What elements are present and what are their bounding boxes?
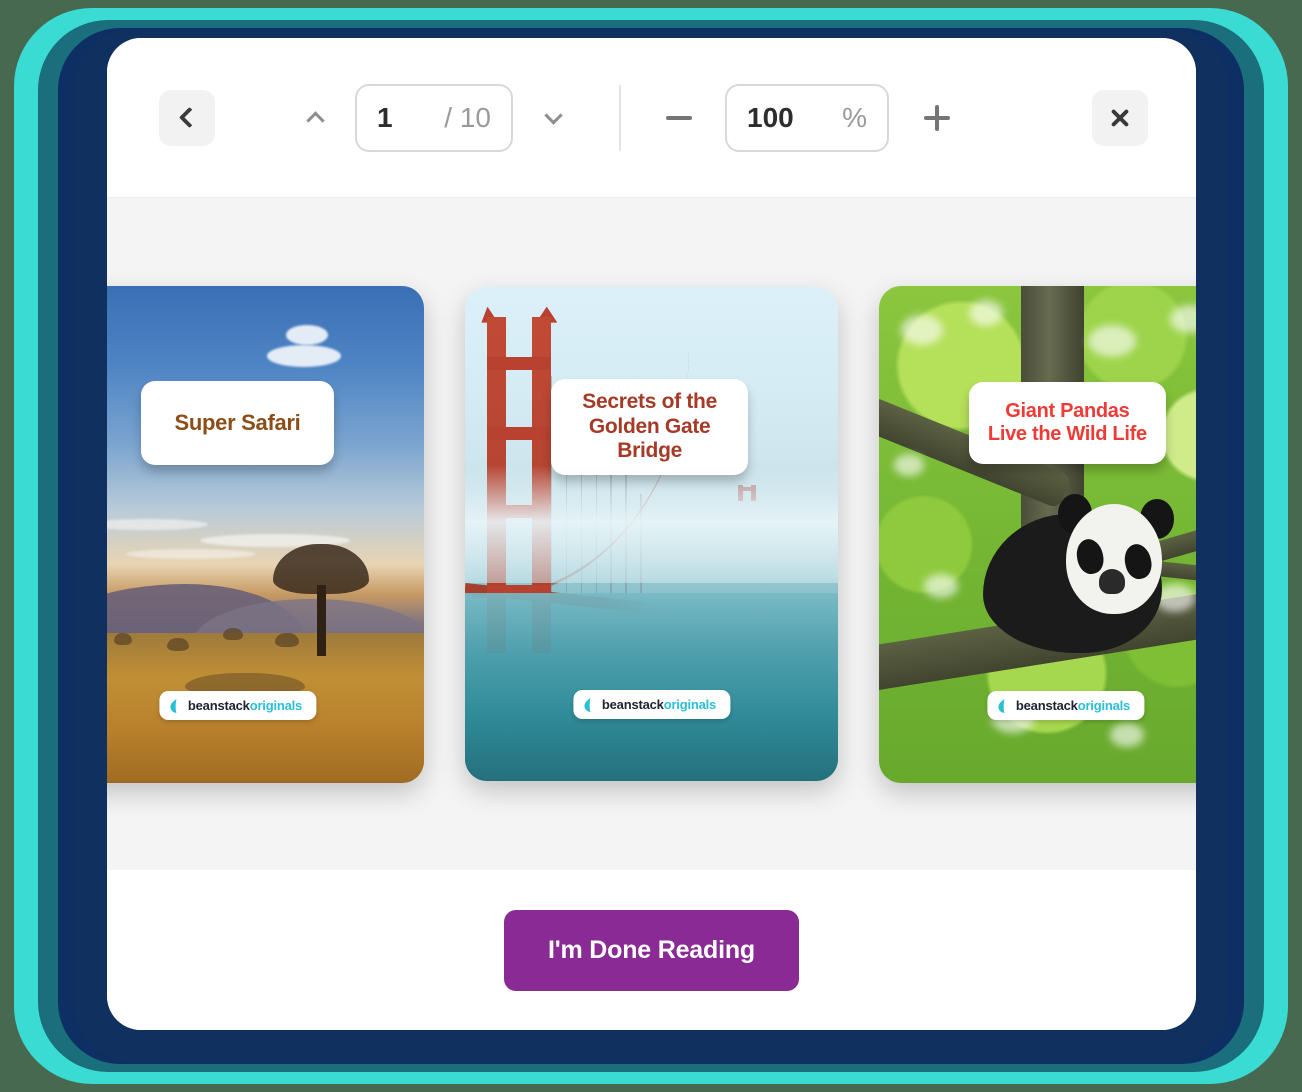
book-cover-card[interactable]: Super Safari beanstackoriginals bbox=[107, 285, 424, 783]
book-title-plate: Secrets of the Golden Gate Bridge bbox=[550, 378, 749, 476]
close-button[interactable] bbox=[1092, 89, 1148, 146]
brand-text: beanstackoriginals bbox=[188, 698, 302, 713]
book-title: Giant Pandas Live the Wild Life bbox=[987, 399, 1147, 446]
close-icon bbox=[1109, 107, 1131, 129]
done-reading-button[interactable]: I'm Done Reading bbox=[504, 909, 799, 991]
leaf-icon bbox=[583, 697, 590, 712]
percent-label: % bbox=[842, 101, 867, 133]
book-title-plate: Giant Pandas Live the Wild Life bbox=[968, 382, 1167, 465]
next-page-button[interactable] bbox=[533, 95, 573, 141]
back-button[interactable] bbox=[159, 89, 215, 146]
zoom-level-input[interactable]: 100 % bbox=[725, 83, 889, 152]
previous-page-button[interactable] bbox=[295, 95, 335, 141]
book-title: Secrets of the Golden Gate Bridge bbox=[582, 389, 717, 463]
total-pages-label: / 10 bbox=[444, 101, 491, 133]
reader-content-area: Super Safari beanstackoriginals Secrets … bbox=[107, 198, 1196, 870]
brand-primary: beanstack bbox=[1015, 698, 1078, 714]
book-title: Super Safari bbox=[174, 410, 301, 436]
leaf-icon bbox=[997, 698, 1004, 713]
book-cover-card[interactable]: Secrets of the Golden Gate Bridge beanst… bbox=[465, 287, 838, 781]
brand-secondary: originals bbox=[1077, 698, 1131, 714]
page-number-input[interactable]: 1 / 10 bbox=[355, 83, 513, 152]
chevron-down-icon bbox=[543, 105, 563, 125]
zoom-in-button[interactable] bbox=[911, 92, 963, 144]
zoom-out-button[interactable] bbox=[653, 92, 705, 144]
chevron-left-icon bbox=[178, 106, 201, 129]
reader-window: 1 / 10 100 % Super Safari beanstackorigi… bbox=[107, 38, 1196, 1030]
brand-primary: beanstack bbox=[601, 697, 664, 713]
book-title-plate: Super Safari bbox=[140, 380, 335, 466]
zoom-level-value: 100 bbox=[747, 101, 794, 133]
brand-text: beanstackoriginals bbox=[1016, 698, 1130, 713]
toolbar-divider bbox=[619, 84, 621, 151]
brand-primary: beanstack bbox=[187, 698, 250, 714]
book-cover-card[interactable]: Giant Pandas Live the Wild Life beanstac… bbox=[879, 285, 1196, 783]
brand-badge: beanstackoriginals bbox=[158, 691, 317, 721]
plus-icon-vertical bbox=[935, 104, 939, 131]
minus-icon bbox=[666, 115, 692, 120]
brand-text: beanstackoriginals bbox=[602, 697, 716, 712]
reader-toolbar: 1 / 10 100 % bbox=[107, 38, 1196, 198]
reader-footer: I'm Done Reading bbox=[107, 870, 1196, 1030]
chevron-up-icon bbox=[305, 110, 325, 130]
brand-secondary: originals bbox=[249, 698, 303, 714]
brand-secondary: originals bbox=[663, 697, 717, 713]
brand-badge: beanstackoriginals bbox=[572, 690, 731, 720]
book-cover-carousel: Super Safari beanstackoriginals Secrets … bbox=[107, 198, 1196, 870]
current-page-value: 1 bbox=[377, 101, 393, 133]
leaf-icon bbox=[169, 698, 176, 713]
brand-badge: beanstackoriginals bbox=[986, 691, 1145, 721]
